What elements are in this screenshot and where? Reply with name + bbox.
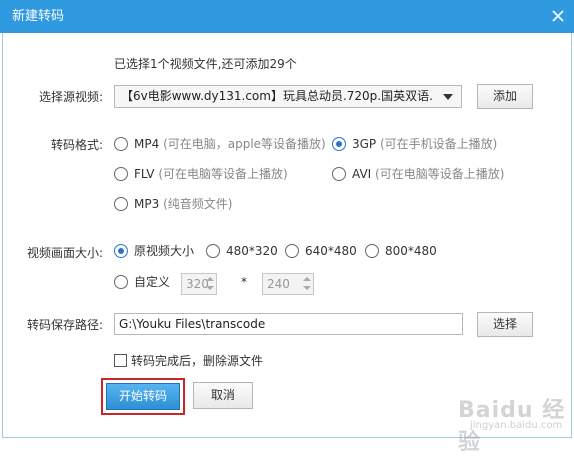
format-name: AVI (352, 167, 372, 181)
format-option-avi[interactable]: AVI (可在电脑等设备上播放) (352, 166, 504, 182)
size-radio-original[interactable] (114, 244, 128, 258)
format-option-mp4[interactable]: MP4 (可在电脑，apple等设备播放) (134, 136, 326, 152)
format-radio-avi[interactable] (332, 167, 346, 181)
watermark-url: jingyan.baidu.com (470, 420, 563, 431)
spinner-icon[interactable] (303, 277, 311, 291)
size-radio-custom[interactable] (114, 275, 128, 289)
format-name: FLV (134, 167, 155, 181)
format-hint: (纯音频文件) (163, 197, 233, 211)
chevron-down-icon (443, 94, 453, 100)
spinner-icon[interactable] (206, 277, 214, 291)
format-radio-flv[interactable] (114, 167, 128, 181)
window-title: 新建转码 (12, 9, 65, 24)
size-radio-640x480[interactable] (285, 244, 299, 258)
title-bar: 新建转码 (0, 0, 574, 33)
add-button[interactable]: 添加 (477, 84, 533, 109)
size-option-640x480[interactable]: 640*480 (305, 243, 357, 259)
output-path-input[interactable]: G:\Youku Files\transcode (114, 313, 463, 335)
format-hint: (可在电脑等设备上播放) (375, 167, 505, 181)
format-name: MP3 (134, 197, 160, 211)
size-option-800x480[interactable]: 800*480 (385, 243, 437, 259)
format-option-flv[interactable]: FLV (可在电脑等设备上播放) (134, 166, 288, 182)
format-radio-mp3[interactable] (114, 197, 128, 211)
choose-path-button[interactable]: 选择 (477, 312, 533, 337)
video-size-label: 视频画面大小: (27, 246, 104, 260)
format-option-mp3[interactable]: MP3 (纯音频文件) (134, 196, 232, 212)
format-radio-mp4[interactable] (114, 137, 128, 151)
format-radio-3gp[interactable] (332, 137, 346, 151)
selection-info: 已选择1个视频文件,还可添加29个 (114, 57, 297, 71)
start-button-highlight: 开始转码 (101, 378, 185, 415)
format-hint: (可在电脑，apple等设备播放) (163, 137, 326, 151)
delete-source-label[interactable]: 转码完成后，删除源文件 (131, 353, 263, 369)
size-radio-800x480[interactable] (365, 244, 379, 258)
custom-width-input[interactable]: 320 (181, 273, 217, 295)
size-option-original[interactable]: 原视频大小 (134, 243, 194, 259)
size-option-480x320[interactable]: 480*320 (226, 243, 278, 259)
source-video-select[interactable]: 【6v电影www.dy131.com】玩具总动员.720p.国英双语.B... (114, 85, 462, 108)
format-option-3gp[interactable]: 3GP (可在手机设备上播放) (352, 136, 497, 152)
size-option-custom[interactable]: 自定义 (134, 274, 170, 290)
custom-height-input[interactable]: 240 (262, 273, 314, 295)
source-video-value: 【6v电影www.dy131.com】玩具总动员.720p.国英双语.B... (121, 89, 433, 103)
cancel-button[interactable]: 取消 (193, 382, 253, 409)
output-path-label: 转码保存路径: (27, 318, 104, 332)
format-label: 转码格式: (51, 138, 104, 152)
format-name: 3GP (352, 137, 377, 151)
close-icon[interactable] (548, 6, 568, 26)
delete-source-checkbox[interactable] (114, 354, 127, 367)
custom-height-value: 240 (267, 277, 290, 291)
format-name: MP4 (134, 137, 160, 151)
source-video-label: 选择源视频: (39, 90, 104, 104)
format-hint: (可在手机设备上播放) (380, 137, 498, 151)
times-sign: * (241, 275, 247, 289)
size-radio-480x320[interactable] (206, 244, 220, 258)
format-hint: (可在电脑等设备上播放) (158, 167, 288, 181)
start-transcode-button[interactable]: 开始转码 (106, 383, 180, 410)
